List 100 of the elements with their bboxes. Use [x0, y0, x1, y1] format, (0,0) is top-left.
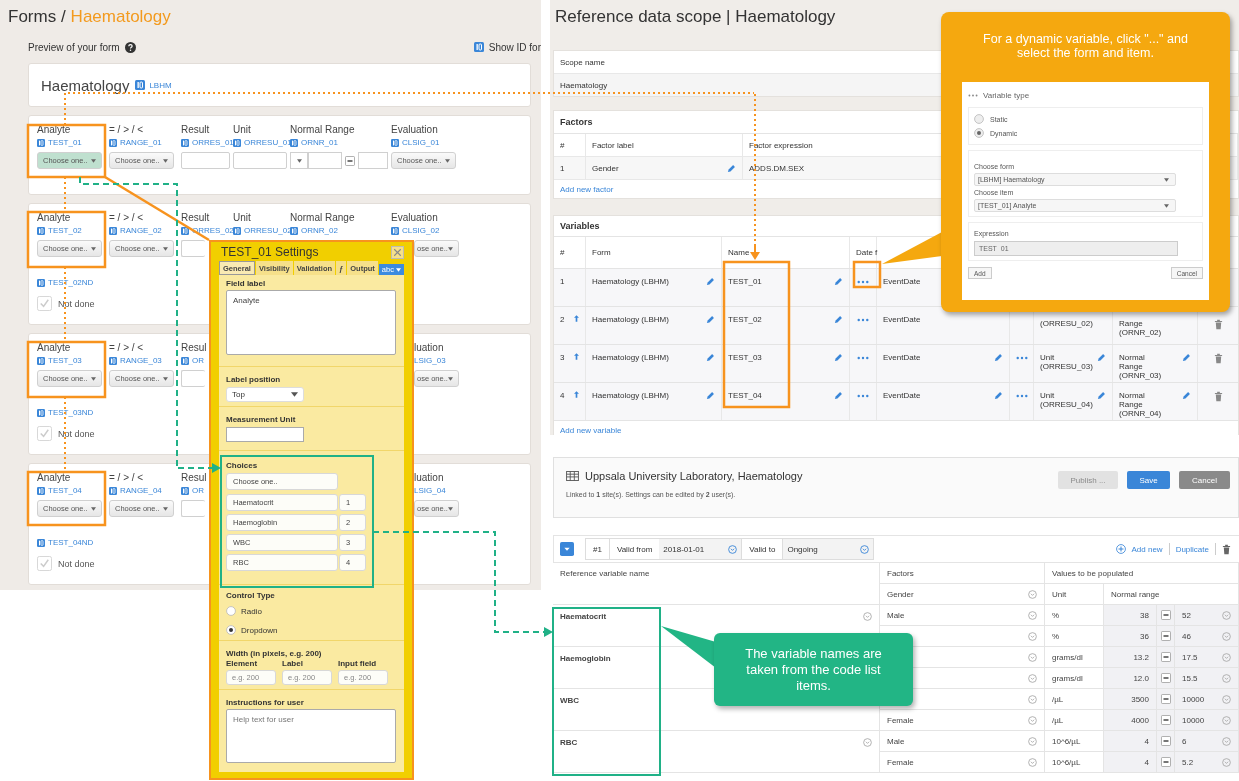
field-label: luation — [414, 342, 444, 354]
field-label: Analyte — [37, 212, 71, 224]
table-cell: 36 — [1140, 631, 1149, 641]
table-cell: 3500 — [1131, 694, 1149, 704]
column-header: # — [554, 134, 586, 156]
column-header: Gender — [887, 589, 914, 599]
table-cell: 4 — [560, 391, 565, 400]
table-cell: 12.0 — [1133, 673, 1149, 683]
scope-name-value: Haematology — [560, 80, 608, 90]
table-cell: (ORRESU_02) — [1040, 319, 1092, 328]
column-header: Form — [586, 237, 722, 268]
field-label: = / > / < — [109, 212, 144, 224]
variable-name: Haemoglobin — [560, 654, 611, 663]
table-cell: Unit (ORRESU_03) — [1040, 353, 1092, 371]
column-header: Reference variable name — [560, 569, 650, 578]
item-id: OR — [192, 355, 204, 366]
table-cell: /µL — [1052, 694, 1064, 704]
callout-text: For a dynamic variable, click "..." and select the form and item. — [982, 32, 1189, 62]
item-id: ORRESU_01 — [244, 137, 292, 148]
table-cell: Male — [887, 736, 905, 746]
field-label: = / > / < — [109, 124, 144, 136]
column-header: Unit — [1052, 589, 1067, 599]
item-id: TEST_04ND — [48, 537, 94, 548]
panel-title: Uppsala University Laboratory, Haematology — [585, 470, 803, 482]
table-cell: grams/dl — [1052, 652, 1083, 662]
table-cell: /µL — [1052, 715, 1064, 725]
checkbox-label: Not done — [58, 558, 95, 569]
field-label: Choices — [226, 461, 258, 471]
table-cell: Female — [887, 715, 914, 725]
field-label: Label — [282, 659, 304, 669]
item-id: LSIG_04 — [414, 485, 446, 496]
table-cell: Range (ORNR_02) — [1119, 319, 1163, 337]
item-id: RANGE_01 — [120, 137, 162, 148]
table-cell: Unit (ORRESU_04) — [1040, 391, 1092, 409]
item-id: ORNR_01 — [301, 137, 338, 148]
field-label: Analyte — [37, 472, 71, 484]
table-cell: EventDate — [883, 315, 921, 324]
page-title: Reference data scope | Haematology — [554, 6, 837, 28]
item-id: TEST_01 — [48, 137, 82, 148]
table-cell: 1 — [560, 277, 565, 286]
radio-label: Radio — [241, 606, 262, 616]
table-cell: 3 — [560, 353, 565, 362]
field-label: Label position — [226, 375, 281, 385]
table-cell: 13.2 — [1133, 652, 1149, 662]
item-id: LSIG_03 — [414, 355, 446, 366]
column-header: Factor label — [586, 134, 743, 156]
table-cell: Gender — [592, 163, 619, 173]
table-cell: % — [1052, 631, 1060, 641]
checkbox-label: Not done — [58, 298, 95, 309]
table-cell: TEST_03 — [728, 353, 762, 362]
field-label: Normal Range — [290, 212, 355, 224]
table-cell: TEST_02 — [728, 315, 762, 324]
item-id: RANGE_04 — [120, 485, 162, 496]
field-label: = / > / < — [109, 342, 144, 354]
item-id: TEST_03ND — [48, 407, 94, 418]
variable-name: RBC — [560, 738, 578, 747]
table-cell: EventDate — [883, 277, 921, 286]
field-label: Resul — [181, 342, 207, 354]
variable-name: Haematocrit — [560, 612, 607, 621]
item-id: OR — [192, 485, 204, 496]
table-cell: Normal Range (ORNR_04) — [1119, 391, 1163, 418]
table-cell: 10^6/µL — [1052, 757, 1081, 767]
field-label: Analyte — [37, 124, 71, 136]
table-cell: EventDate — [883, 391, 921, 400]
table-cell: 10000 — [1182, 694, 1205, 704]
field-label: Unit — [233, 212, 251, 224]
form-title: Haematology — [41, 76, 130, 94]
table-cell: Haematology (LBHM) — [592, 391, 669, 400]
field-label: Normal Range — [290, 124, 355, 136]
column-header: Values to be populated — [1052, 568, 1134, 578]
table-cell: TEST_04 — [728, 391, 762, 400]
field-label: Field label — [226, 279, 266, 289]
item-id: ORNR_02 — [301, 225, 338, 236]
field-label: = / > / < — [109, 472, 144, 484]
item-id: TEST_04 — [48, 485, 82, 496]
item-id: ORRES_02 — [192, 225, 234, 236]
dialog-title: TEST_01 Settings — [221, 245, 319, 259]
table-cell: 38 — [1140, 610, 1149, 620]
table-cell: 52 — [1182, 610, 1191, 620]
table-cell: Male — [887, 610, 905, 620]
table-cell: 2 — [560, 315, 565, 324]
field-label: Width (in pixels, e.g. 200) — [226, 649, 322, 659]
field-label: Input field — [338, 659, 378, 669]
table-cell: 4 — [1144, 757, 1149, 767]
table-cell: TEST_01 — [728, 277, 762, 286]
table-cell: Normal Range (ORNR_03) — [1119, 353, 1163, 380]
item-id: TEST_02 — [48, 225, 82, 236]
column-header: Factors — [887, 568, 914, 578]
callout-text: The variable names are taken from the code list items. — [744, 645, 883, 694]
item-id: ORRES_01 — [192, 137, 234, 148]
field-label: Control Type — [226, 591, 275, 601]
table-cell: 6 — [1182, 736, 1187, 746]
table-cell: 10000 — [1182, 715, 1205, 725]
table-cell: Haematology (LBHM) — [592, 353, 669, 362]
field-label: Measurement Unit — [226, 415, 296, 425]
item-id: CLSIG_01 — [402, 137, 440, 148]
table-cell: Haematology (LBHM) — [592, 277, 669, 286]
item-id: TEST_02ND — [48, 277, 94, 288]
field-label: Result — [181, 124, 210, 136]
section-title: Factors — [560, 117, 593, 127]
